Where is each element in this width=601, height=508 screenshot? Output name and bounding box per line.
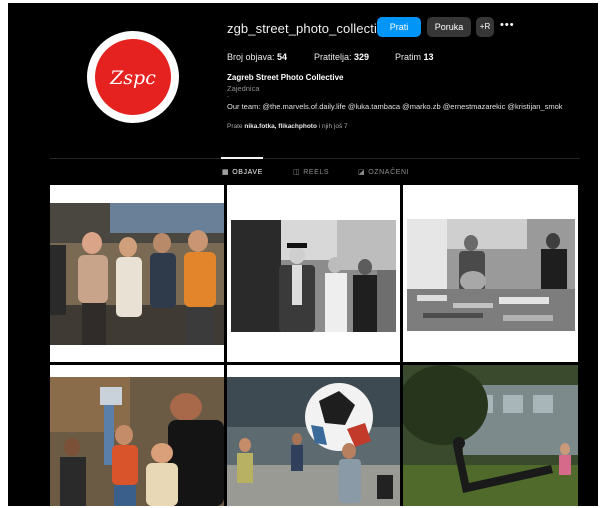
tab-tagged-label: OZNAČENI [368,169,410,176]
photo-giant-football [227,365,400,506]
profile-full-name: Zagreb Street Photo Collective [227,73,344,82]
post-photo-street[interactable] [50,365,224,506]
svg-text:Zspc: Zspc [109,67,156,89]
following-value: 13 [423,52,434,62]
followers-count[interactable]: Pratitelja: 329 [314,52,369,62]
tab-reels[interactable]: ◫ REELS [293,168,329,176]
following-label: Pratim [395,52,424,62]
post-photo-man-hat[interactable] [227,185,400,362]
followed-by-prefix: Prate [227,123,245,130]
instagram-profile-screen: Zspc zgb_street_photo_collective Prati P… [8,3,598,506]
profile-avatar[interactable]: Zspc [87,31,179,123]
post-photo-football[interactable] [227,365,400,506]
profile-category: Zajednica [227,84,260,93]
suggested-users-button[interactable]: +R [476,17,494,37]
tab-reels-label: REELS [303,169,330,176]
followers-label: Pratitelja: [314,52,355,62]
followed-by-line[interactable]: Prate nika.fotka, flikachphoto i njih jo… [227,123,348,130]
profile-bio: Our team: @the.marvels.of.daily.life @lu… [227,102,563,111]
message-button[interactable]: Poruka [427,17,471,37]
active-tab-indicator [221,157,263,159]
tagged-icon: ◪ [358,169,366,176]
avatar-logo-mark: Zspc [109,67,156,89]
post-photo-market[interactable] [403,185,578,362]
follow-button[interactable]: Prati [377,17,421,37]
bio-dot: . [227,92,229,99]
followed-by-suffix: i njih još 7 [316,123,348,130]
post-photo-crowd[interactable] [50,185,224,362]
photo-man-in-hat [227,185,400,362]
tab-tagged[interactable]: ◪ OZNAČENI [358,168,409,176]
tab-posts-label: OBJAVE [232,169,263,176]
posts-count[interactable]: Broj objava: 54 [227,52,287,62]
posts-value: 54 [277,52,288,62]
following-count[interactable]: Pratim 13 [395,52,434,62]
more-options-icon[interactable]: ••• [500,19,515,31]
profile-username: zgb_street_photo_collective [227,21,391,36]
photo-park-anchor [403,365,578,506]
photo-street-boys [50,365,224,506]
photo-market-stall [403,185,578,362]
photo-crowd-sunglasses [50,185,224,362]
tab-posts[interactable]: ▦ OBJAVE [222,168,263,176]
followers-value: 329 [354,52,370,62]
reels-icon: ◫ [293,169,301,176]
grid-icon: ▦ [222,169,230,176]
posts-label: Broj objava: [227,52,278,62]
tabs-divider [50,158,580,159]
followed-by-names[interactable]: nika.fotka, flikachphoto [244,123,317,130]
post-photo-park[interactable] [403,365,578,506]
